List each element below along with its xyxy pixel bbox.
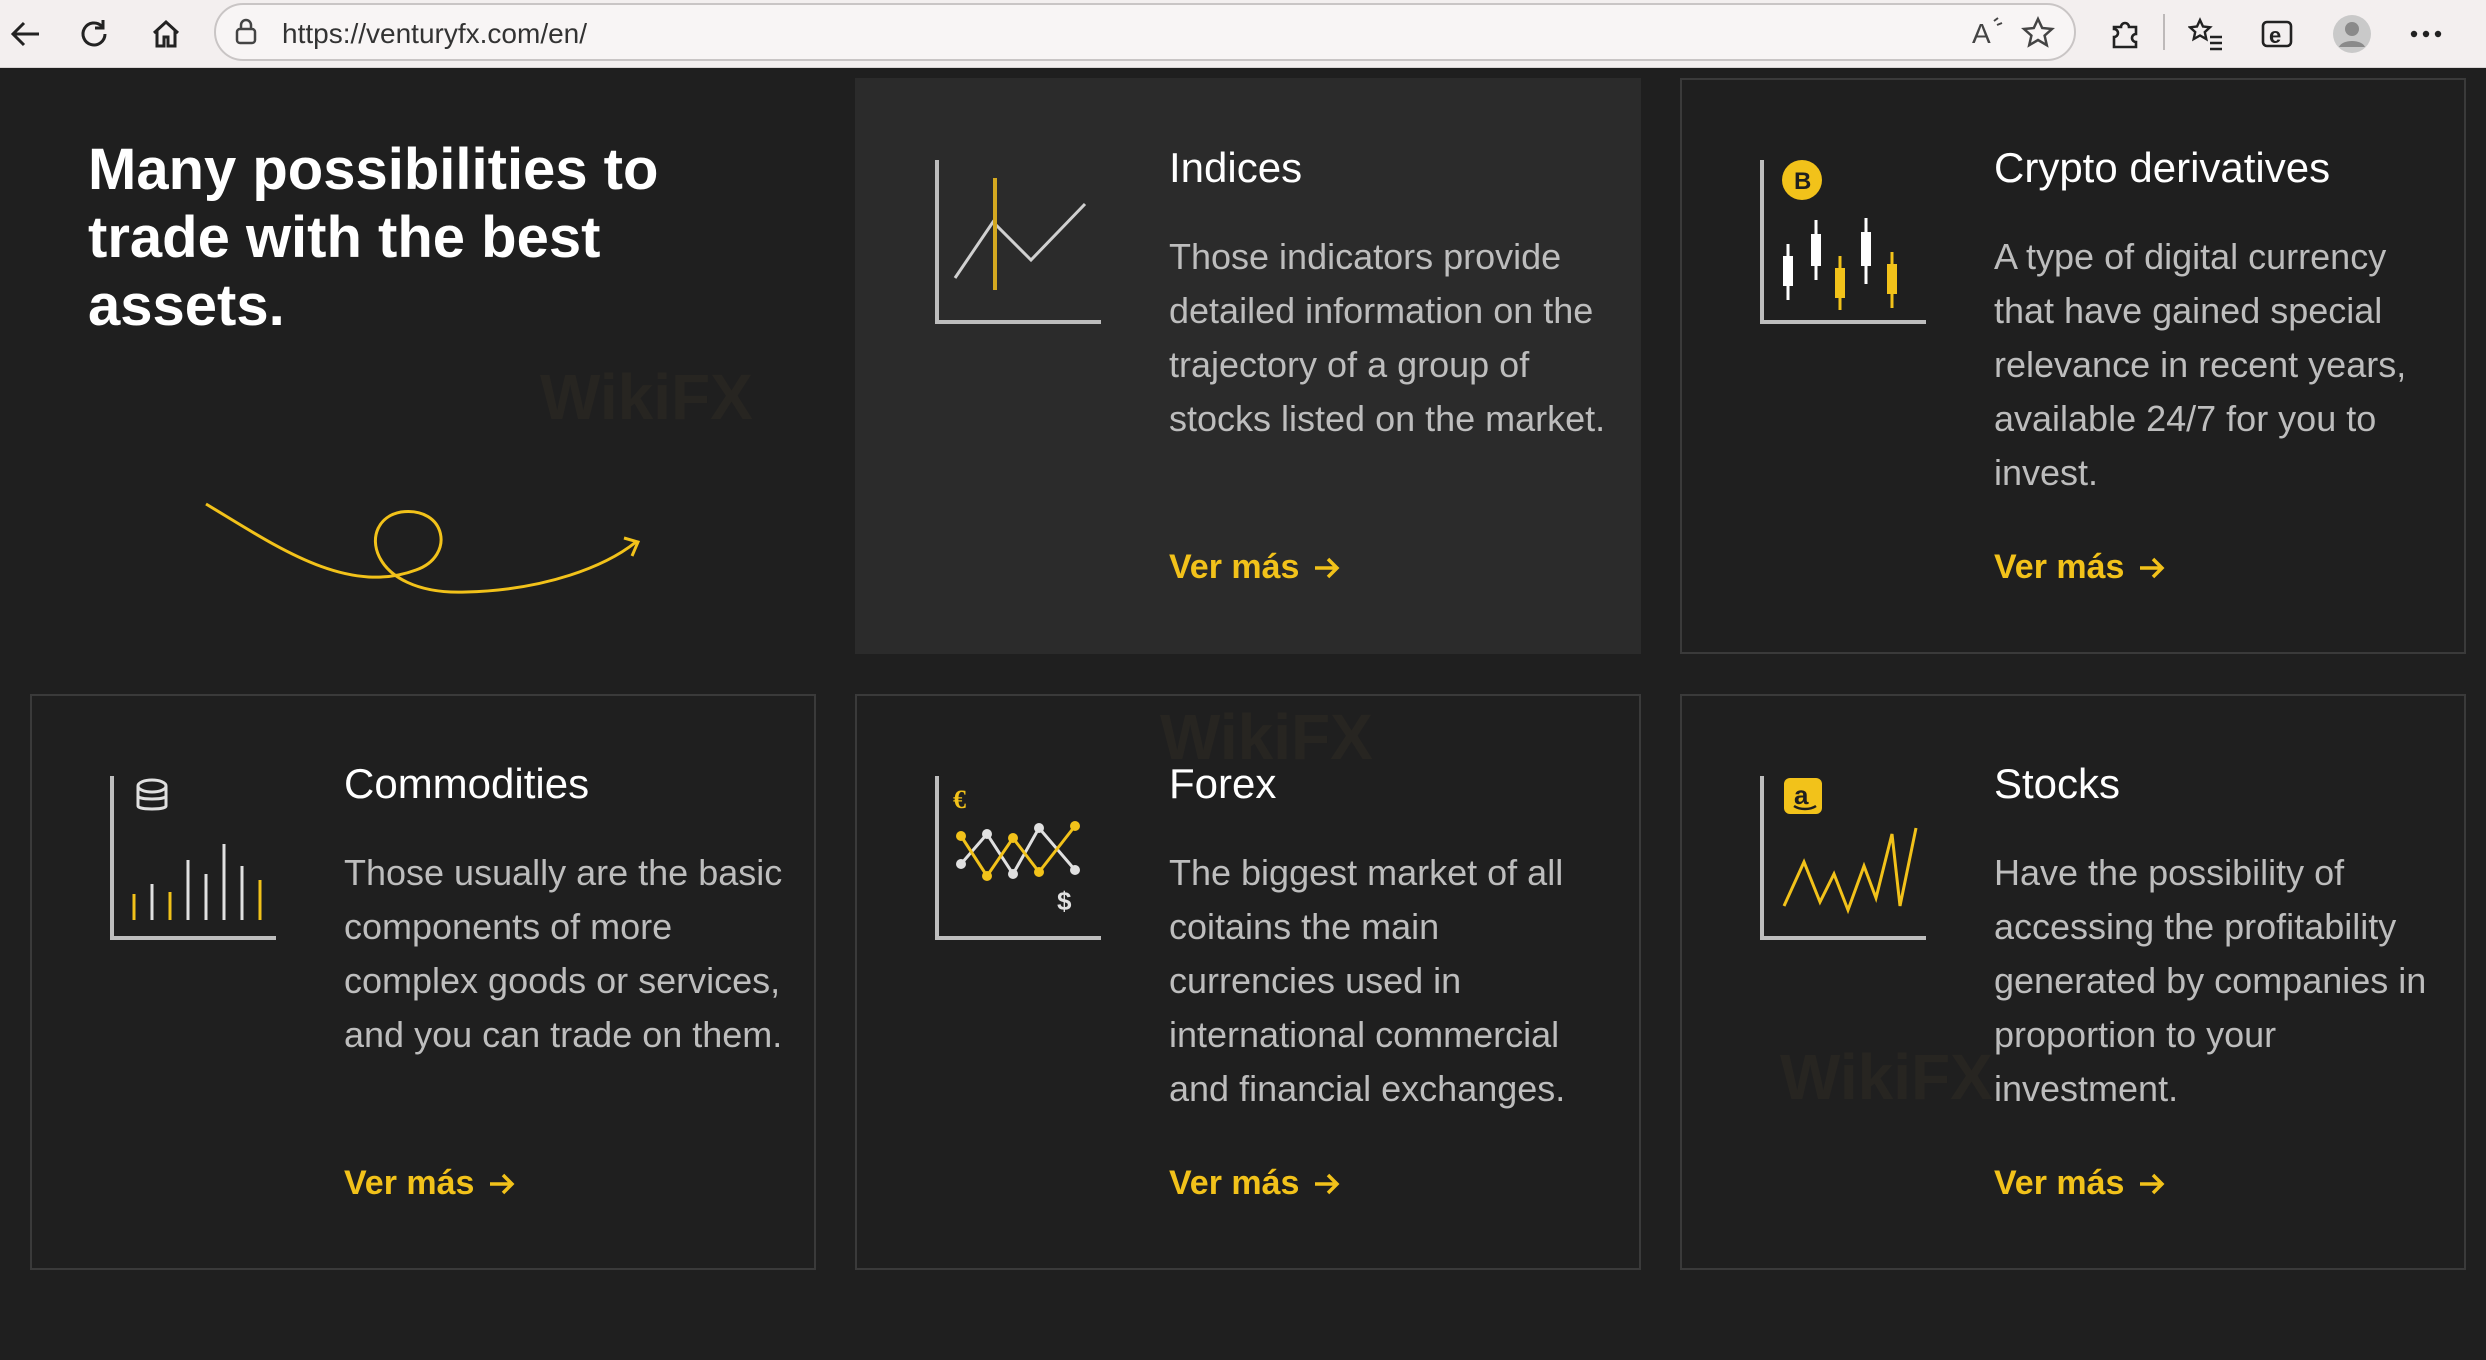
card-description: Those usually are the basic components o… <box>344 852 783 1055</box>
card-stocks[interactable]: a Stocks Have the possibility of accessi… <box>1680 694 2466 1270</box>
svg-text:€: € <box>953 785 966 814</box>
edge-collections-icon: e <box>2261 20 2293 48</box>
card-description: Have the possibility of accessing the pr… <box>1994 852 2427 1109</box>
favorites-button[interactable] <box>2180 8 2232 60</box>
svg-text:$: $ <box>1057 886 1072 916</box>
link-label: Ver más <box>1169 548 1300 586</box>
refresh-button[interactable] <box>68 8 120 60</box>
ver-mas-link[interactable]: Ver más <box>1994 548 2166 587</box>
card-title: Indices <box>1169 144 1303 191</box>
card-commodities[interactable]: Commodities Those usually are the basic … <box>30 694 816 1270</box>
arrow-right-icon <box>2140 1173 2165 1194</box>
address-bar[interactable]: https://venturyfx.com/en/ A <box>214 3 2076 61</box>
home-icon <box>152 19 180 48</box>
url-text[interactable]: https://venturyfx.com/en/ <box>282 18 587 50</box>
link-label: Ver más <box>1994 548 2125 586</box>
amazon-stock-icon: a <box>1760 776 1926 940</box>
arrow-right-icon <box>490 1173 515 1194</box>
back-arrow-icon <box>10 21 39 47</box>
bitcoin-candles-icon: B <box>1760 160 1926 324</box>
svg-text:A: A <box>1972 18 1991 49</box>
favorite-star-icon[interactable] <box>2020 15 2056 56</box>
extensions-button[interactable] <box>2099 8 2151 60</box>
ver-mas-link[interactable]: Ver más <box>1169 1164 1341 1203</box>
back-button[interactable] <box>0 8 52 60</box>
more-dots-icon <box>2410 30 2442 38</box>
hero-headline: Many possibilities to trade with the bes… <box>88 137 659 338</box>
ver-mas-link[interactable]: Ver más <box>1994 1164 2166 1203</box>
arrow-right-icon <box>2140 557 2165 578</box>
puzzle-icon <box>2112 21 2138 49</box>
card-title: Crypto derivatives <box>1994 144 2331 191</box>
line-chart-icon <box>935 160 1101 324</box>
menu-button[interactable] <box>2400 8 2452 60</box>
card-crypto-derivatives[interactable]: B Crypto derivatives A type of digital c… <box>1680 78 2466 654</box>
svg-text:a: a <box>1794 780 1809 810</box>
svg-text:B: B <box>1794 168 1811 195</box>
toolbar-separator <box>2163 14 2165 50</box>
refresh-icon <box>81 20 107 47</box>
card-title: Forex <box>1169 760 1277 807</box>
coins-bars-icon <box>110 776 276 940</box>
collections-button[interactable]: e <box>2252 8 2304 60</box>
lock-icon <box>232 17 260 52</box>
decorative-swoosh-icon <box>205 502 641 594</box>
arrow-right-icon <box>1315 557 1340 578</box>
link-label: Ver más <box>1169 1164 1300 1202</box>
favorites-list-icon <box>2188 17 2222 51</box>
browser-toolbar: https://venturyfx.com/en/ A e <box>0 0 2486 68</box>
watermark-text: WikiFX <box>540 361 753 433</box>
avatar-icon <box>2333 15 2371 53</box>
profile-button[interactable] <box>2326 8 2378 60</box>
ver-mas-link[interactable]: Ver más <box>1169 548 1341 587</box>
card-description: A type of digital currency that have gai… <box>1994 236 2407 493</box>
home-button[interactable] <box>140 8 192 60</box>
ver-mas-link[interactable]: Ver más <box>344 1164 516 1203</box>
card-description: Those indicators provide detailed inform… <box>1169 236 1606 439</box>
currency-exchange-icon: € $ <box>935 776 1101 940</box>
card-forex[interactable]: € $ Forex The biggest market of all coit… <box>855 694 1641 1270</box>
link-label: Ver más <box>1994 1164 2125 1202</box>
card-title: Commodities <box>344 760 590 807</box>
read-aloud-icon[interactable]: A <box>1970 15 2008 56</box>
card-indices[interactable]: Indices Those indicators provide detaile… <box>855 78 1641 654</box>
card-description: The biggest market of all coitains the m… <box>1169 852 1566 1109</box>
card-title: Stocks <box>1994 760 2121 807</box>
link-label: Ver más <box>344 1164 475 1202</box>
arrow-right-icon <box>1315 1173 1340 1194</box>
svg-text:e: e <box>2269 23 2281 48</box>
